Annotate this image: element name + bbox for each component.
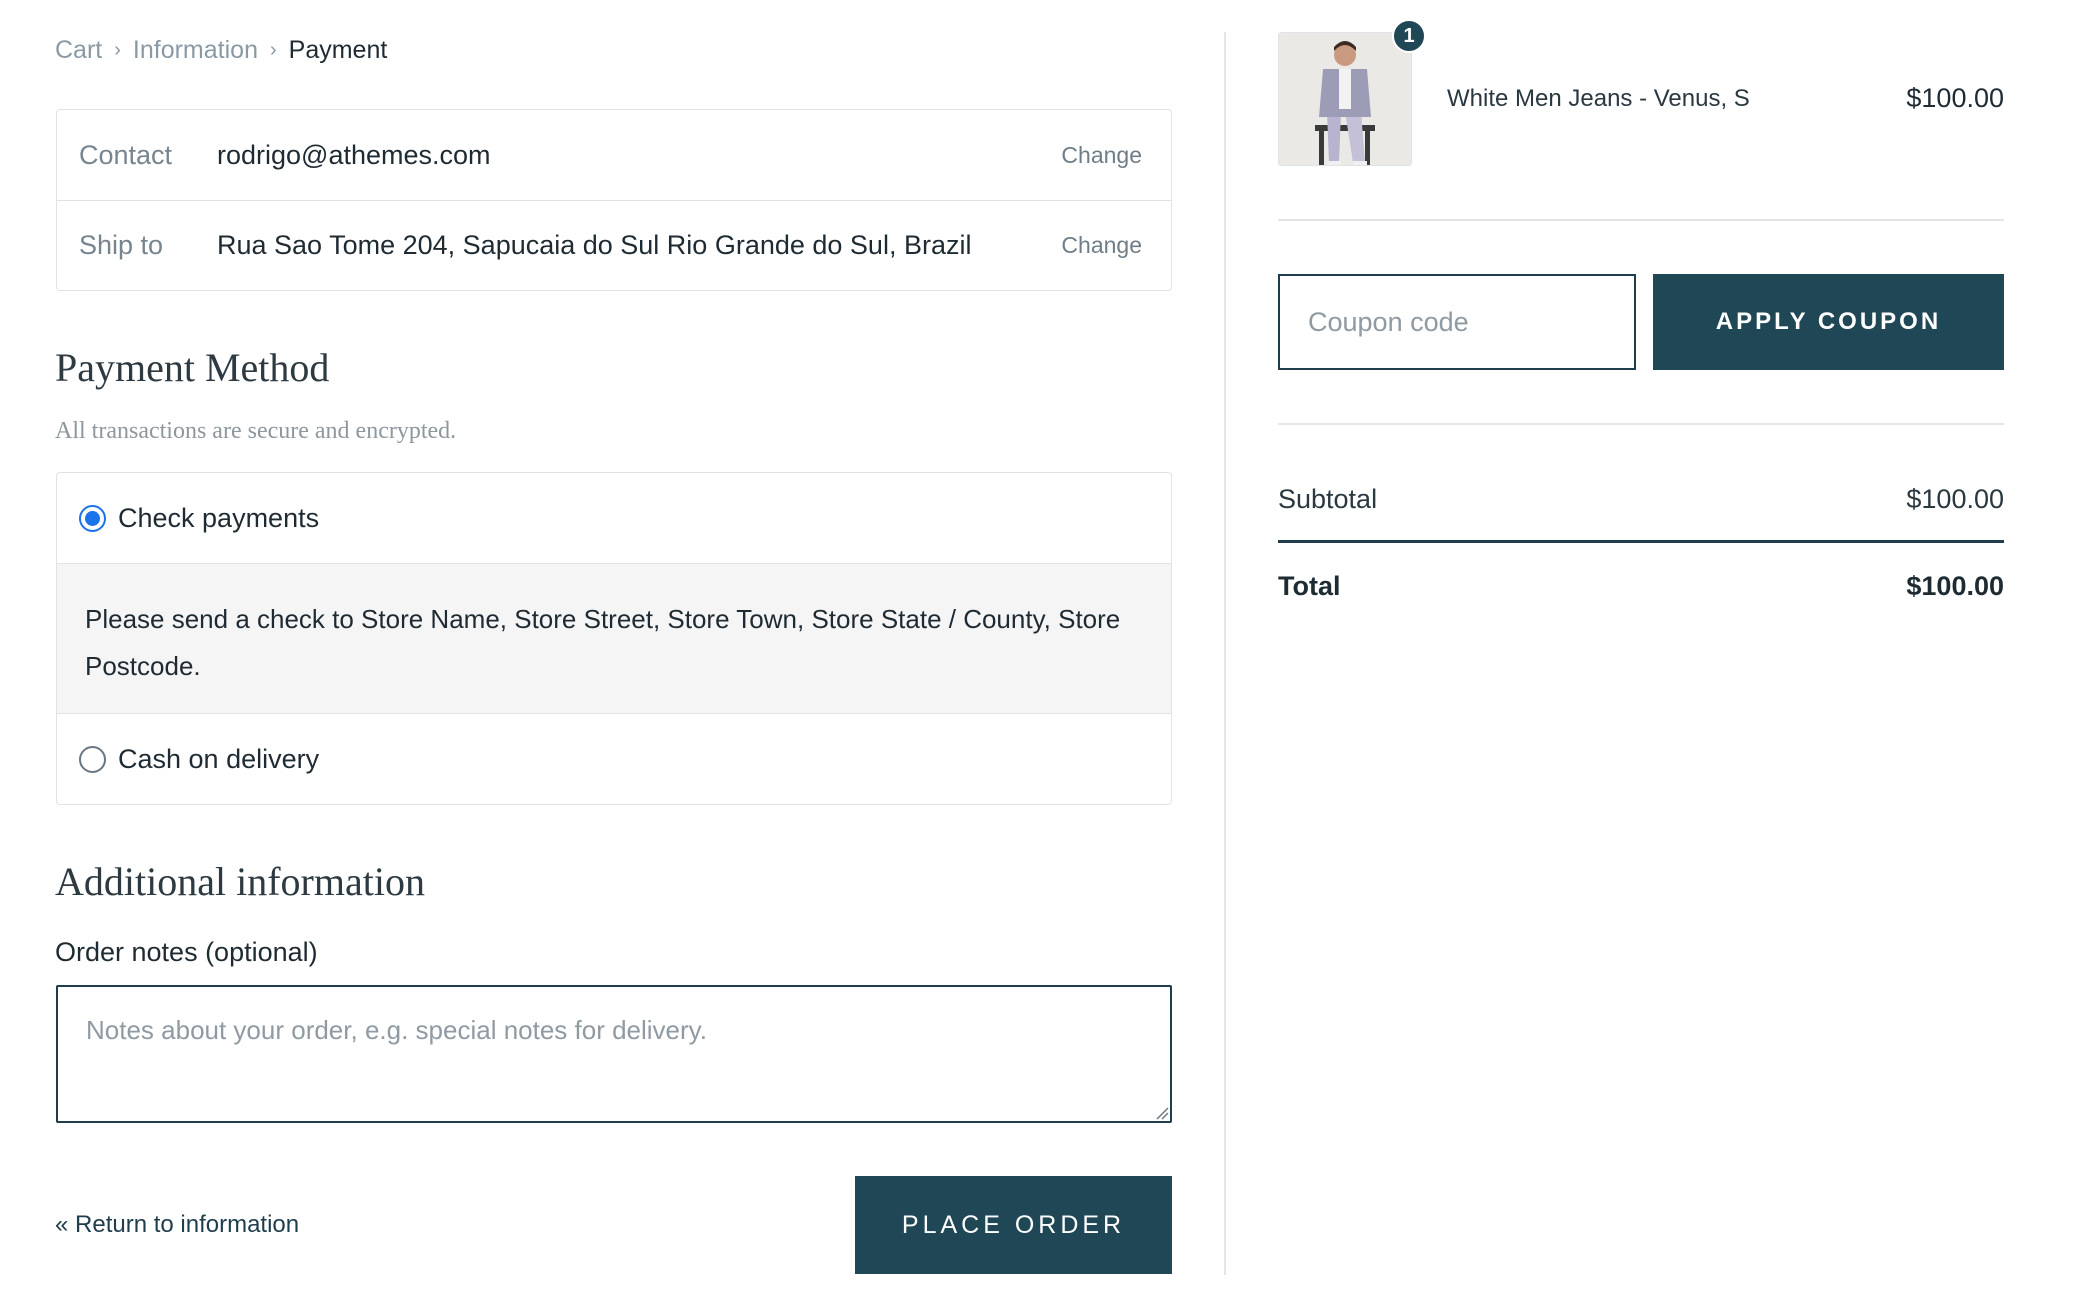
- product-thumbnail: [1278, 32, 1412, 166]
- radio-check-payments[interactable]: [79, 504, 106, 532]
- additional-info-title: Additional information: [55, 859, 425, 904]
- change-contact-link[interactable]: Change: [1061, 142, 1142, 169]
- subtotal-label: Subtotal: [1278, 484, 1378, 514]
- total-value: $100.00: [1906, 571, 2004, 601]
- contact-row: Contact rodrigo@athemes.com Change: [57, 110, 1171, 200]
- ship-to-value: Rua Sao Tome 204, Sapucaia do Sul Rio Gr…: [217, 230, 972, 260]
- contact-label: Contact: [79, 139, 173, 170]
- return-to-information-link[interactable]: « Return to information: [55, 1211, 299, 1239]
- payment-option-label: Cash on delivery: [118, 743, 320, 774]
- payment-options: Check payments Please send a check to St…: [56, 472, 1172, 805]
- breadcrumb-payment-current: Payment: [288, 36, 388, 64]
- payment-option-check[interactable]: Check payments: [57, 473, 1171, 563]
- total-label: Total: [1278, 571, 1341, 601]
- order-notes-label: Order notes (optional): [55, 937, 318, 967]
- breadcrumb-cart-link[interactable]: Cart: [55, 36, 102, 65]
- contact-value: rodrigo@athemes.com: [217, 139, 491, 170]
- payment-option-label: Check payments: [118, 502, 320, 533]
- radio-cash-on-delivery[interactable]: [79, 745, 106, 773]
- summary-divider: [1278, 423, 2004, 425]
- ship-to-label: Ship to: [79, 230, 164, 260]
- change-ship-to-link[interactable]: Change: [1061, 232, 1142, 259]
- chevron-right-icon: ›: [114, 39, 121, 61]
- summary-divider: [1278, 219, 2004, 221]
- product-price: $100.00: [1906, 83, 2004, 113]
- product-name: White Men Jeans - Venus, S: [1447, 85, 1750, 112]
- apply-coupon-button[interactable]: APPLY COUPON: [1653, 274, 2004, 370]
- coupon-code-input[interactable]: [1278, 274, 1636, 370]
- payment-method-title: Payment Method: [55, 345, 330, 390]
- order-notes-textarea[interactable]: [56, 985, 1172, 1123]
- checkout-page: Cart › Information › Payment Contact rod…: [0, 0, 2095, 1316]
- quantity-badge: 1: [1392, 19, 1426, 53]
- payment-option-cod[interactable]: Cash on delivery: [57, 714, 1171, 804]
- payment-description: Please send a check to Store Name, Store…: [57, 563, 1171, 714]
- review-box: Contact rodrigo@athemes.com Change Ship …: [56, 109, 1172, 291]
- column-divider: [1224, 32, 1226, 1275]
- place-order-button[interactable]: PLACE ORDER: [855, 1176, 1172, 1274]
- secure-note: All transactions are secure and encrypte…: [55, 418, 457, 444]
- ship-to-row: Ship to Rua Sao Tome 204, Sapucaia do Su…: [57, 200, 1171, 290]
- total-row: Total $100.00: [1278, 571, 2004, 602]
- subtotal-row: Subtotal $100.00: [1278, 484, 2004, 515]
- resize-grip-icon[interactable]: [1153, 1104, 1169, 1120]
- product-image: [1279, 33, 1411, 165]
- breadcrumb-information-link[interactable]: Information: [133, 36, 258, 65]
- chevron-right-icon: ›: [269, 39, 277, 61]
- total-divider: [1278, 540, 2004, 543]
- breadcrumb: Cart › Information › Payment: [55, 36, 387, 65]
- subtotal-value: $100.00: [1906, 484, 2004, 514]
